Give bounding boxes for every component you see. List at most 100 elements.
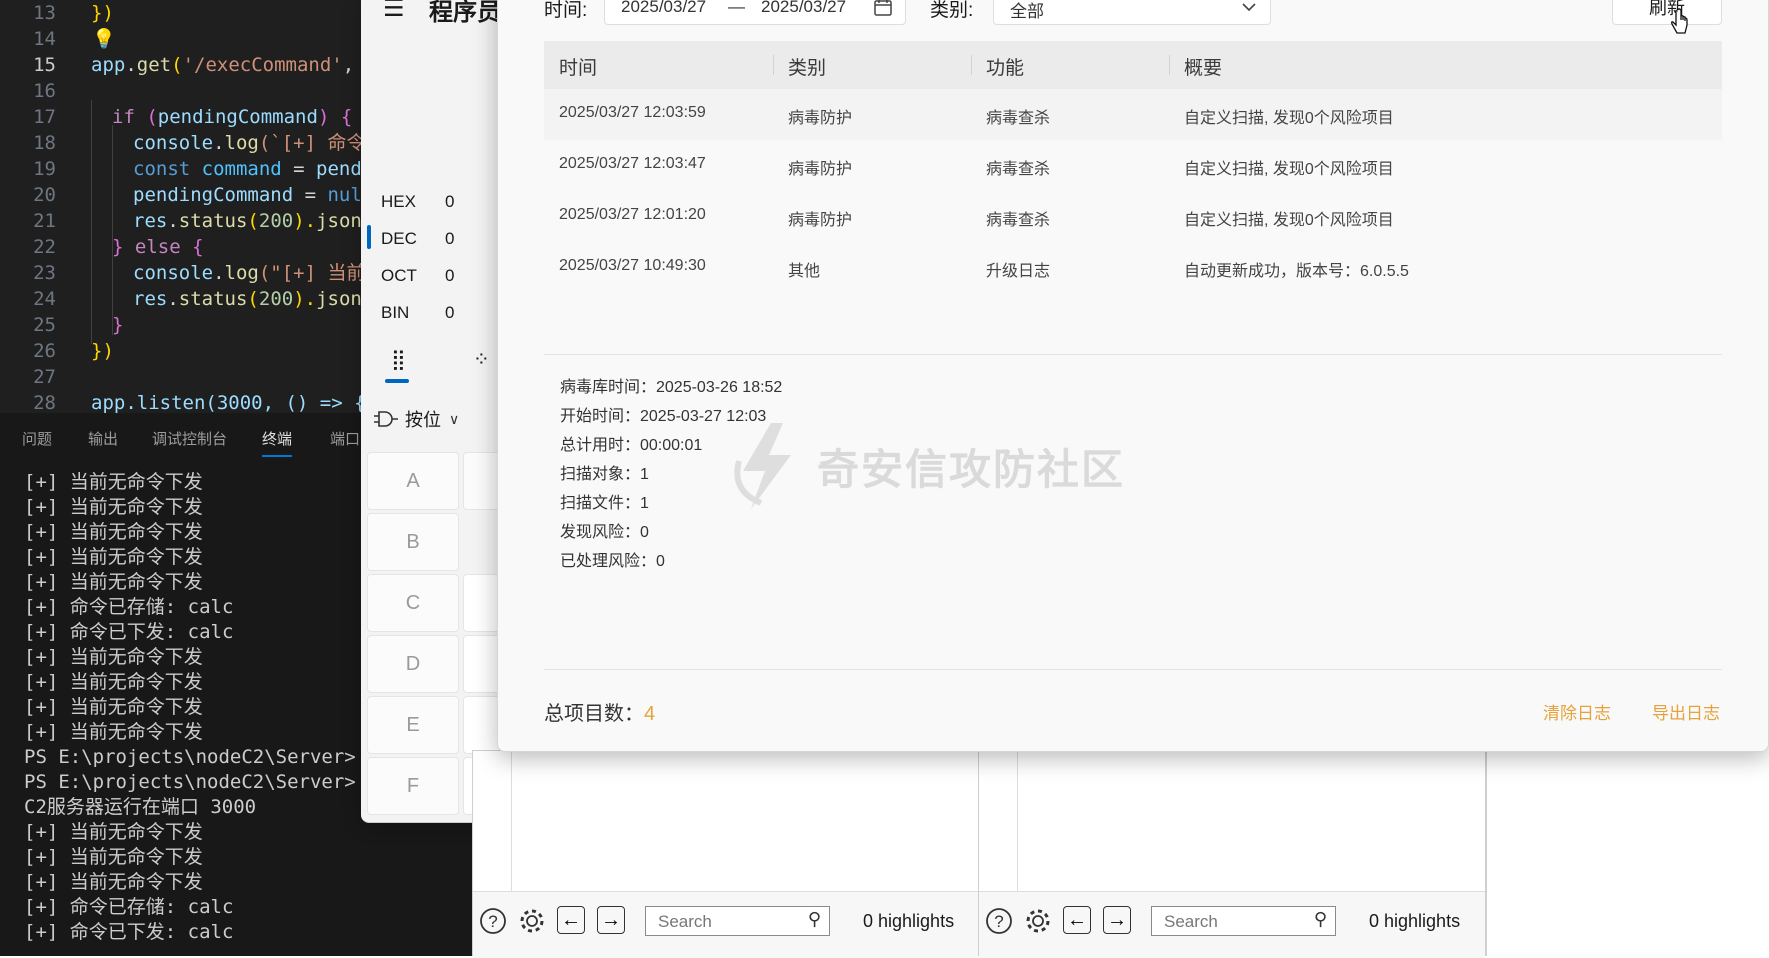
search-input-box[interactable]: ⚲ bbox=[1151, 906, 1336, 936]
detail-line: 总计用时：00:00:01 bbox=[560, 437, 703, 454]
gear-icon[interactable] bbox=[517, 906, 547, 936]
terminal-line: [+] 当前无命令下发 bbox=[24, 821, 203, 843]
previous-arrow-icon[interactable]: ← bbox=[557, 906, 585, 934]
base-row-dec[interactable]: DEC 0 bbox=[381, 229, 454, 249]
svg-text:?: ? bbox=[488, 912, 497, 931]
terminal-line: [+] 当前无命令下发 bbox=[24, 696, 203, 718]
key-f[interactable]: F bbox=[367, 757, 459, 815]
search-input[interactable] bbox=[1162, 911, 1316, 933]
bitwise-gate-icon bbox=[374, 411, 398, 427]
table-row[interactable]: 2025/03/27 12:03:47 病毒防护 病毒查杀 自定义扫描, 发现0… bbox=[544, 140, 1722, 191]
terminal-line: [+] 当前无命令下发 bbox=[24, 646, 203, 668]
column-header-feature[interactable]: 功能 bbox=[986, 53, 1024, 80]
detail-line: 已处理风险：0 bbox=[560, 553, 665, 570]
terminal-line: PS E:\projects\nodeC2\Server> ^C bbox=[24, 745, 390, 770]
detail-line: 病毒库时间：2025-03-26 18:52 bbox=[560, 379, 783, 396]
terminal-line: PS E:\projects\nodeC2\Server> node bbox=[24, 770, 413, 795]
tab-terminal[interactable]: 终端 bbox=[262, 428, 293, 457]
viewer-pane-right[interactable]: ? ← → ⚲ 0 highlights bbox=[978, 750, 1486, 958]
keypad-icon: ⣿ bbox=[391, 349, 406, 371]
column-header-summary[interactable]: 概要 bbox=[1184, 53, 1222, 80]
chevron-down-icon bbox=[1242, 3, 1256, 12]
detail-line: 发现风险：0 bbox=[560, 524, 649, 541]
refresh-button[interactable]: 刷新 bbox=[1612, 0, 1722, 25]
svg-text:?: ? bbox=[994, 912, 1003, 931]
terminal-line: [+] 当前无命令下发 bbox=[24, 546, 203, 568]
terminal-line: [+] 当前无命令下发 bbox=[24, 721, 203, 743]
terminal-line: [+] 当前无命令下发 bbox=[24, 471, 203, 493]
terminal-line: [+] 当前无命令下发 bbox=[24, 671, 203, 693]
watermark: 奇安信攻防社区 bbox=[731, 421, 1125, 511]
base-row-bin[interactable]: BIN 0 bbox=[381, 303, 454, 323]
terminal-line: [+] 命令已下发: calc bbox=[24, 921, 234, 943]
detail-line: 扫描对象：1 bbox=[560, 466, 649, 483]
key-a[interactable]: A bbox=[367, 452, 459, 510]
chevron-down-icon: ∨ bbox=[449, 410, 460, 427]
log-dialog[interactable]: 时间: 2025/03/27 — 2025/03/27 类别: 全部 刷新 时间… bbox=[497, 0, 1769, 752]
log-table-header: 时间 类别 功能 概要 bbox=[544, 41, 1722, 89]
date-from[interactable]: 2025/03/27 bbox=[621, 0, 706, 17]
hamburger-menu-icon[interactable]: ☰ bbox=[383, 0, 405, 23]
search-input-box[interactable]: ⚲ bbox=[645, 906, 830, 936]
category-filter-label: 类别: bbox=[930, 0, 974, 21]
help-icon[interactable]: ? bbox=[478, 906, 508, 936]
export-log-link[interactable]: 导出日志 bbox=[1652, 699, 1720, 724]
table-row[interactable]: 2025/03/27 12:03:59 病毒防护 病毒查杀 自定义扫描, 发现0… bbox=[544, 89, 1722, 140]
column-header-time[interactable]: 时间 bbox=[559, 53, 597, 80]
calculator-mode-title: 程序员 bbox=[429, 0, 501, 26]
terminal-line: [+] 命令已存储: calc bbox=[24, 596, 234, 618]
mouse-cursor-icon bbox=[1671, 8, 1688, 34]
lightbulb-icon[interactable]: 💡 bbox=[92, 26, 116, 52]
base-selection-indicator bbox=[367, 225, 371, 249]
tab-debug-console[interactable]: 调试控制台 bbox=[152, 428, 227, 449]
divider bbox=[544, 669, 1722, 670]
filter-bar: 时间: 2025/03/27 — 2025/03/27 类别: 全部 刷新 bbox=[498, 0, 1768, 39]
key-d[interactable]: D bbox=[367, 635, 459, 693]
table-row[interactable]: 2025/03/27 12:01:20 病毒防护 病毒查杀 自定义扫描, 发现0… bbox=[544, 191, 1722, 242]
total-items-count: 4 bbox=[644, 703, 656, 725]
key-c[interactable]: C bbox=[367, 574, 459, 632]
terminal-line: [+] 当前无命令下发 bbox=[24, 571, 203, 593]
clear-log-link[interactable]: 清除日志 bbox=[1543, 699, 1611, 724]
search-icon[interactable]: ⚲ bbox=[1314, 909, 1327, 930]
tab-problems[interactable]: 问题 bbox=[22, 428, 52, 449]
bit-toggle-keypad-icon[interactable]: ⁘ bbox=[473, 347, 490, 372]
date-range-picker[interactable]: 2025/03/27 — 2025/03/27 bbox=[604, 0, 906, 25]
next-arrow-icon[interactable]: → bbox=[1103, 906, 1131, 934]
indent-guide bbox=[112, 125, 113, 335]
indent-guide bbox=[91, 100, 92, 344]
viewer-pane-extra bbox=[1486, 750, 1769, 956]
next-arrow-icon[interactable]: → bbox=[597, 906, 625, 934]
calendar-icon bbox=[874, 0, 892, 16]
date-separator: — bbox=[728, 0, 745, 16]
terminal-line: [+] 命令已存储: calc bbox=[24, 896, 234, 918]
date-to[interactable]: 2025/03/27 bbox=[761, 0, 846, 17]
table-row[interactable]: 2025/03/27 10:49:30 其他 升级日志 自动更新成功，版本号：6… bbox=[544, 242, 1722, 293]
base-row-hex[interactable]: HEX 0 bbox=[381, 192, 454, 212]
bitwise-dropdown[interactable]: 按位 ∨ bbox=[373, 406, 459, 432]
total-items: 总项目数：4 bbox=[544, 703, 656, 725]
previous-arrow-icon[interactable]: ← bbox=[1063, 906, 1091, 934]
key-e[interactable]: E bbox=[367, 696, 459, 754]
viewer-pane-left[interactable]: ? ← → ⚲ 0 highlights bbox=[472, 750, 980, 958]
tab-output[interactable]: 输出 bbox=[88, 428, 118, 449]
search-input[interactable] bbox=[656, 911, 810, 933]
tab-ports[interactable]: 端口 bbox=[330, 428, 360, 449]
terminal-line: [+] 当前无命令下发 bbox=[24, 871, 203, 893]
highlights-count: 0 highlights bbox=[1369, 911, 1461, 931]
highlights-count: 0 highlights bbox=[863, 911, 955, 931]
terminal-line: [+] 当前无命令下发 bbox=[24, 521, 203, 543]
divider bbox=[544, 354, 1722, 355]
full-keypad-tab[interactable]: ⣿ bbox=[385, 347, 409, 383]
category-select[interactable]: 全部 bbox=[993, 0, 1271, 25]
terminal-line: [+] 命令已下发: calc bbox=[24, 621, 234, 643]
gear-icon[interactable] bbox=[1023, 906, 1053, 936]
category-select-value: 全部 bbox=[1010, 2, 1044, 21]
key-b[interactable]: B bbox=[367, 513, 459, 571]
help-icon[interactable]: ? bbox=[984, 906, 1014, 936]
column-header-category[interactable]: 类别 bbox=[788, 53, 826, 80]
base-row-oct[interactable]: OCT 0 bbox=[381, 266, 454, 286]
terminal-line: [+] 当前无命令下发 bbox=[24, 496, 203, 518]
search-icon[interactable]: ⚲ bbox=[808, 909, 821, 930]
time-filter-label: 时间: bbox=[544, 0, 588, 21]
